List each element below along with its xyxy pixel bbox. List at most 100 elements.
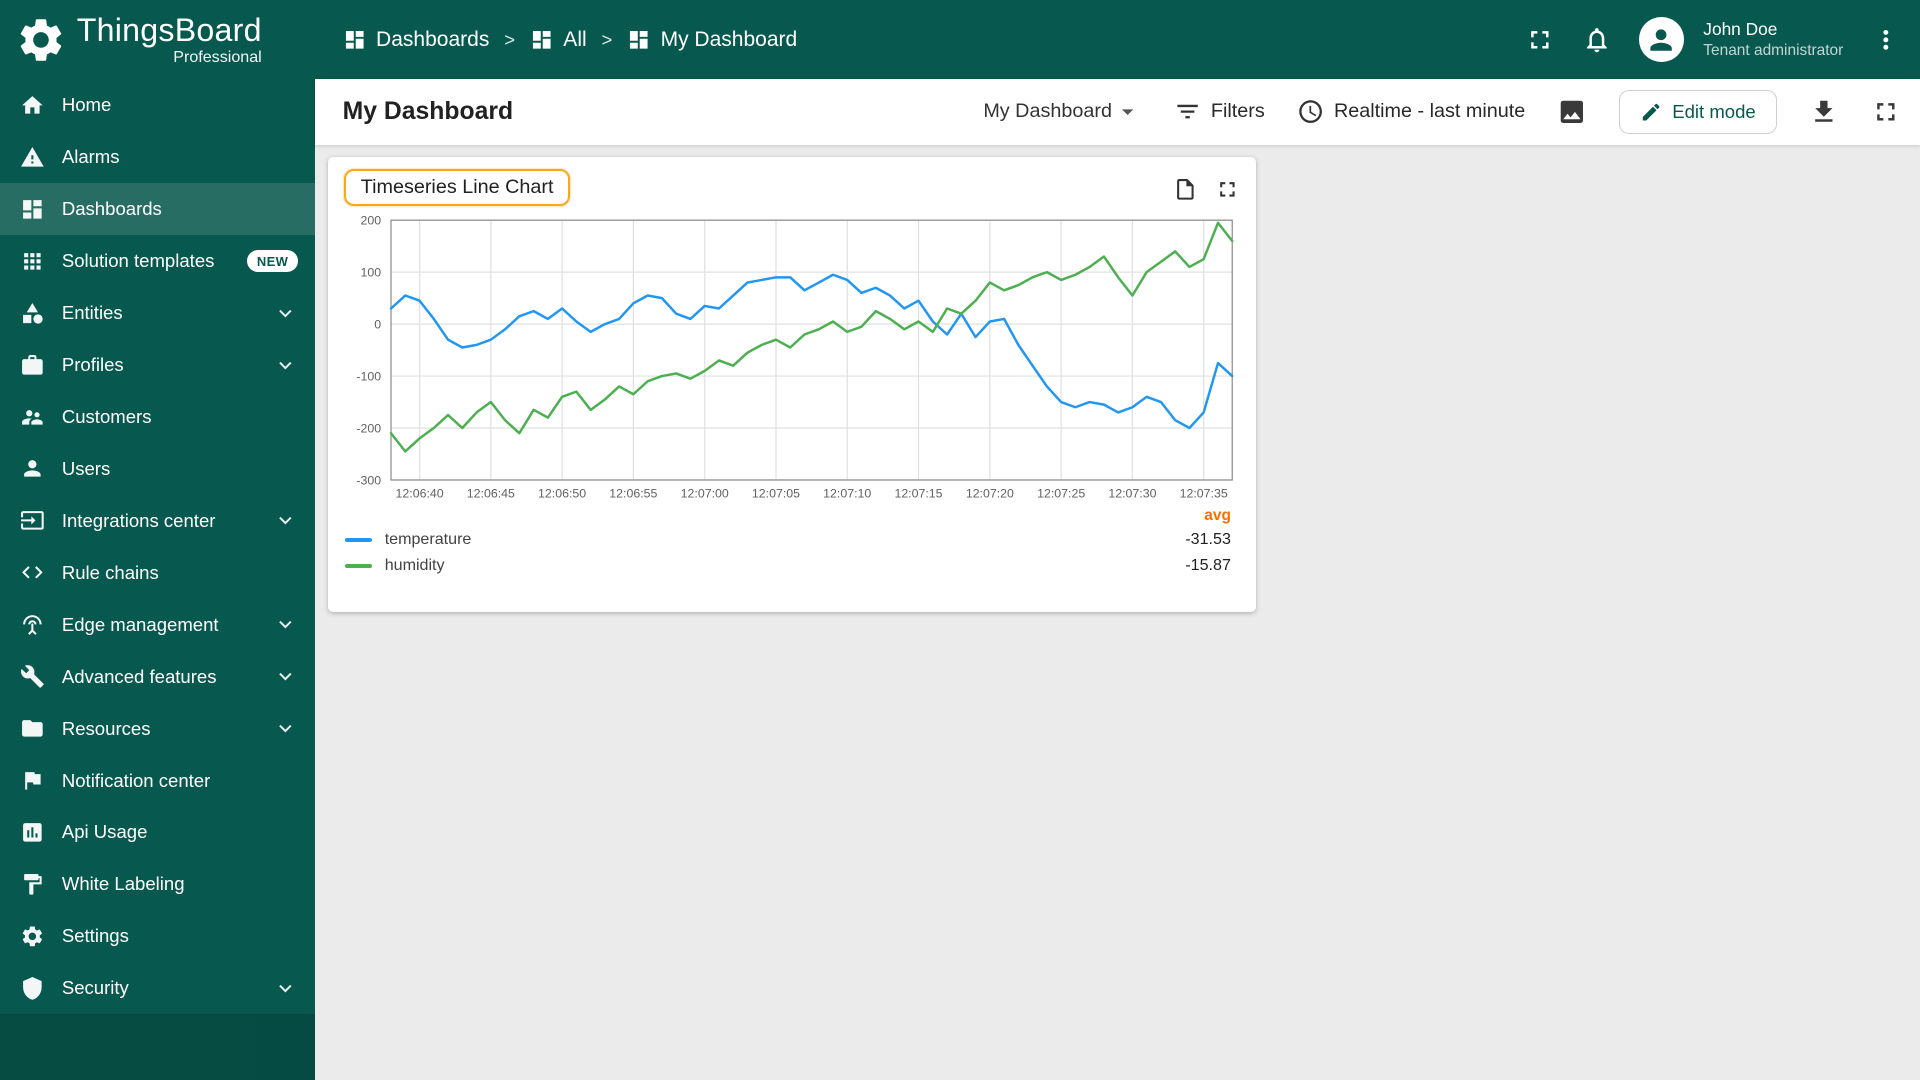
sidebar-item-api-usage[interactable]: Api Usage	[0, 807, 315, 859]
avatar[interactable]	[1638, 17, 1684, 62]
chart-box-icon	[22, 823, 42, 842]
widget-actions	[1173, 169, 1240, 201]
sidebar-item-label: Profiles	[61, 353, 124, 375]
pencil-icon	[1642, 103, 1660, 121]
dashboard-toolbar: My Dashboard My Dashboard Filters Realti…	[315, 79, 1920, 145]
user-info[interactable]: John Doe Tenant administrator	[1703, 19, 1843, 60]
expand-widget-icon[interactable]	[1215, 177, 1240, 202]
filter-icon	[1177, 105, 1198, 119]
top-header: Dashboards > All > My Dashboard John Doe…	[315, 0, 1920, 80]
sidebar-item-label: Alarms	[61, 146, 120, 168]
humidity-series-color	[345, 563, 373, 568]
chart-area: 200 100 0 -100 -200 -300 12:06:40 12:06:45 12:06…	[328, 209, 1256, 506]
sidebar: ThingsBoard Professional Home Alarms Das…	[0, 0, 316, 1080]
sidebar-item-dashboards[interactable]: Dashboards	[0, 183, 316, 236]
export-widget-icon[interactable]	[1173, 177, 1198, 202]
timewindow-label: Realtime - last minute	[1333, 100, 1526, 123]
svg-text:100: 100	[360, 265, 381, 279]
sidebar-item-label: Dashboards	[61, 198, 162, 220]
breadcrumb-all[interactable]: All	[530, 28, 587, 52]
legend-row-temperature[interactable]: temperature -31.53	[345, 527, 1231, 553]
breadcrumb-label: Dashboards	[376, 27, 490, 51]
sidebar-item-white-labeling[interactable]: White Labeling	[0, 858, 315, 910]
edit-mode-button[interactable]: Edit mode	[1619, 89, 1777, 135]
shield-icon	[22, 977, 42, 1000]
sidebar-item-label: Api Usage	[61, 821, 148, 843]
notifications-bell-icon[interactable]	[1582, 25, 1612, 55]
sidebar-item-advanced-features[interactable]: Advanced features	[0, 651, 315, 703]
sidebar-item-label: Rule chains	[61, 561, 159, 583]
svg-text:-100: -100	[356, 369, 381, 383]
download-icon[interactable]	[1809, 97, 1839, 127]
person-icon	[1650, 28, 1672, 51]
antenna-icon	[22, 615, 42, 636]
breadcrumb-dashboards[interactable]: Dashboards	[343, 27, 490, 52]
sidebar-item-label: Edge management	[61, 613, 219, 635]
folder-icon	[21, 720, 43, 737]
brand[interactable]: ThingsBoard Professional	[0, 0, 315, 79]
brand-subtitle: Professional	[173, 48, 262, 67]
series-name: temperature	[384, 530, 472, 549]
sidebar-item-entities[interactable]: Entities	[0, 287, 315, 339]
sidebar-item-label: Solution templates	[61, 250, 215, 271]
wrench-icon	[20, 665, 44, 688]
sidebar-item-security[interactable]: Security	[0, 962, 315, 1014]
legend-header: avg	[345, 506, 1231, 527]
temperature-series-color	[345, 537, 373, 542]
header-actions: John Doe Tenant administrator	[1525, 17, 1900, 62]
more-vert-icon[interactable]	[1871, 25, 1901, 55]
sidebar-item-label: Users	[61, 457, 111, 479]
svg-text:-200: -200	[356, 421, 381, 435]
app-root: ThingsBoard Professional Home Alarms Das…	[0, 0, 1920, 1080]
code-icon	[21, 566, 43, 579]
filters-button[interactable]: Filters	[1174, 98, 1265, 125]
sidebar-item-solution-templates[interactable]: Solution templates NEW	[0, 235, 315, 287]
sidebar-item-customers[interactable]: Customers	[0, 391, 315, 443]
chevron-down-icon	[279, 361, 292, 370]
sidebar-item-users[interactable]: Users	[0, 443, 315, 495]
dropdown-arrow-icon	[1122, 109, 1134, 116]
sidebar-item-home[interactable]: Home	[0, 79, 315, 131]
sidebar-item-rule-chains[interactable]: Rule chains	[0, 547, 315, 599]
svg-text:200: 200	[360, 214, 381, 228]
sidebar-item-settings[interactable]: Settings	[0, 910, 315, 962]
gear-icon	[22, 926, 42, 947]
sidebar-item-label: Notification center	[61, 769, 211, 791]
user-name: John Doe	[1703, 19, 1778, 40]
home-icon	[21, 95, 43, 114]
widget-title: Timeseries Line Chart	[360, 176, 554, 199]
sidebar-item-alarms[interactable]: Alarms	[0, 131, 315, 183]
sidebar-item-edge-management[interactable]: Edge management	[0, 599, 315, 651]
svg-text:12:06:40: 12:06:40	[395, 486, 443, 500]
profiles-icon	[21, 354, 43, 375]
sidebar-item-integrations-center[interactable]: Integrations center	[0, 495, 315, 547]
sidebar-item-label: Entities	[61, 301, 123, 323]
sidebar-item-label: Advanced features	[61, 665, 217, 687]
dashboard-icon	[630, 30, 648, 49]
legend-row-humidity[interactable]: humidity -15.87	[345, 553, 1231, 579]
sidebar-item-profiles[interactable]: Profiles	[0, 339, 315, 391]
svg-text:12:06:45: 12:06:45	[467, 486, 515, 500]
sidebar-item-resources[interactable]: Resources	[0, 703, 315, 755]
chevron-down-icon	[279, 309, 292, 318]
timeseries-widget: Timeseries Line Chart 200 100 0 -100 -200 -30…	[327, 157, 1256, 613]
fullscreen-icon[interactable]	[1525, 25, 1555, 55]
svg-text:12:07:10: 12:07:10	[823, 486, 871, 500]
sidebar-item-label: Resources	[61, 717, 151, 739]
breadcrumb-current: My Dashboard	[627, 28, 797, 52]
entities-icon	[22, 302, 43, 324]
svg-text:12:07:05: 12:07:05	[752, 486, 800, 500]
timewindow-button[interactable]: Realtime - last minute	[1297, 98, 1525, 125]
breadcrumb-label: All	[563, 27, 587, 51]
chevron-down-icon	[279, 517, 292, 525]
sidebar-item-notification-center[interactable]: Notification center	[0, 755, 315, 807]
image-gallery-icon[interactable]	[1557, 97, 1587, 127]
clock-icon	[1299, 100, 1322, 124]
dashboard-select[interactable]: My Dashboard	[983, 98, 1141, 125]
integrations-icon	[20, 511, 44, 531]
svg-text:0: 0	[374, 317, 381, 331]
sidebar-item-label: Customers	[61, 405, 152, 427]
sidebar-item-label: Home	[61, 94, 112, 116]
fullscreen-icon[interactable]	[1871, 97, 1901, 127]
svg-text:12:07:35: 12:07:35	[1179, 486, 1227, 500]
